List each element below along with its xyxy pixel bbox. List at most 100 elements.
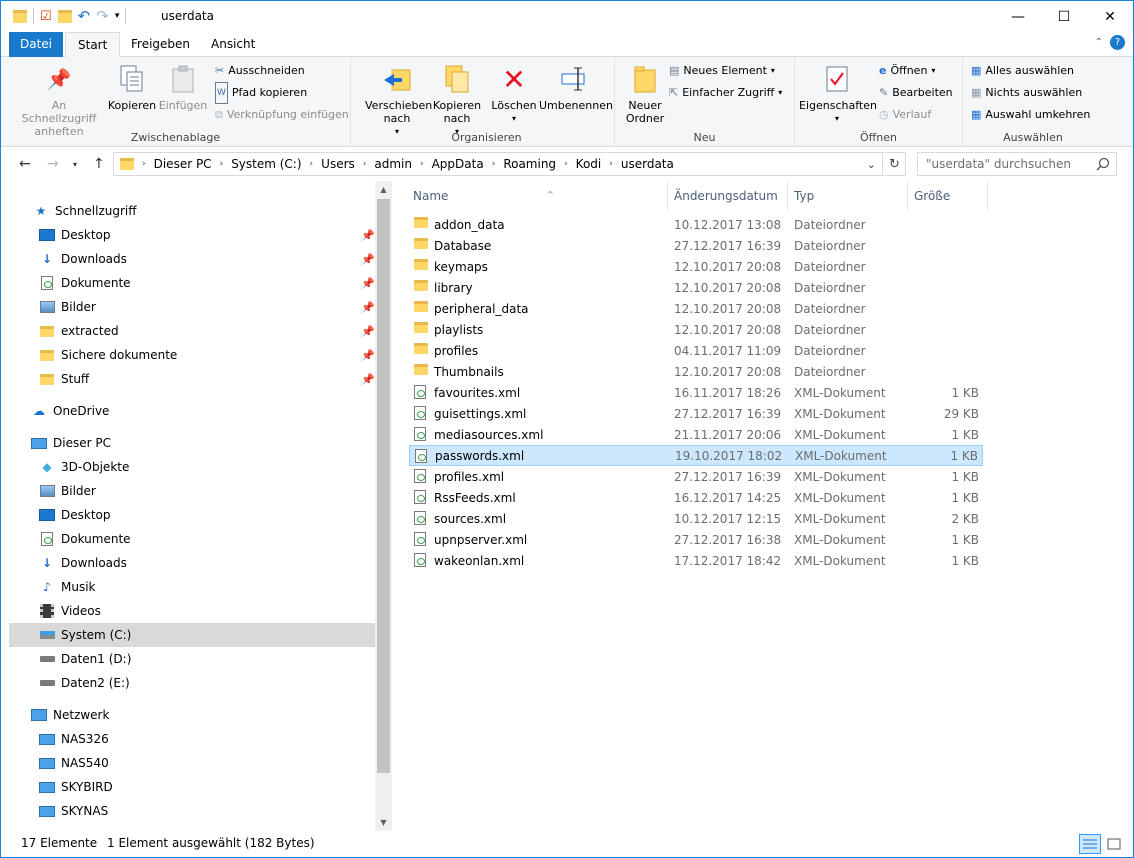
table-row[interactable]: sources.xml 10.12.2017 12:15 XML-Dokument 2… xyxy=(409,508,983,529)
nav-item-pc-documents[interactable]: Dokumente xyxy=(39,527,405,551)
search-input[interactable]: "userdata" durchsuchen xyxy=(917,152,1117,176)
nav-onedrive[interactable]: ☁ OneDrive xyxy=(31,399,397,423)
nav-this-pc[interactable]: Dieser PC xyxy=(31,431,397,455)
chevron-right-icon[interactable]: › xyxy=(492,159,496,169)
nav-scrollbar[interactable]: ▲ ▼ xyxy=(375,181,392,831)
copy-button[interactable]: Kopieren xyxy=(107,63,157,112)
undo-icon[interactable]: ↶ xyxy=(78,7,91,25)
nav-quick-access[interactable]: ★ Schnellzugriff xyxy=(33,199,399,223)
invert-selection-button[interactable]: ▦ Auswahl umkehren xyxy=(971,105,1090,125)
select-none-button[interactable]: ▦ Nichts auswählen xyxy=(971,83,1082,103)
edit-button[interactable]: ✎ Bearbeiten xyxy=(879,83,953,103)
nav-item-secure-documents[interactable]: Sichere dokumente 📌 xyxy=(39,343,375,367)
address-bar[interactable]: › Dieser PC › System (C:) › Users › admi… xyxy=(113,152,883,176)
ribbon-collapse-icon[interactable]: ⌃ xyxy=(1095,37,1103,48)
table-row[interactable]: mediasources.xml 21.11.2017 20:06 XML-Doku… xyxy=(409,424,983,445)
breadcrumb-kodi[interactable]: Kodi xyxy=(576,157,602,171)
rename-button[interactable]: Umbenennen xyxy=(539,63,613,112)
nav-item-pictures[interactable]: Bilder 📌 xyxy=(39,295,375,319)
nav-item-extracted[interactable]: extracted 📌 xyxy=(39,319,375,343)
pin-icon[interactable]: 📌 xyxy=(361,325,375,338)
table-row[interactable]: Database 27.12.2017 16:39 Dateiordner xyxy=(409,235,983,256)
column-header-name[interactable]: Name ^ xyxy=(407,181,668,211)
nav-item-downloads[interactable]: ↓ Downloads 📌 xyxy=(39,247,375,271)
close-button[interactable]: ✕ xyxy=(1087,1,1133,32)
scroll-up-icon[interactable]: ▲ xyxy=(375,181,392,198)
help-icon[interactable]: ? xyxy=(1110,35,1125,50)
nav-item-data1-d[interactable]: Daten1 (D:) xyxy=(39,647,405,671)
pin-icon[interactable]: 📌 xyxy=(361,229,375,242)
chevron-right-icon[interactable]: › xyxy=(220,159,224,169)
nav-item-stuff[interactable]: Stuff 📌 xyxy=(39,367,375,391)
breadcrumb-userdata[interactable]: userdata xyxy=(621,157,674,171)
nav-item-videos[interactable]: Videos xyxy=(39,599,405,623)
easy-access-button[interactable]: ⇱ Einfacher Zugriff ▾ xyxy=(669,83,782,103)
nav-network[interactable]: Netzwerk xyxy=(31,703,397,727)
table-row[interactable]: Thumbnails 12.10.2017 20:08 Dateiordner xyxy=(409,361,983,382)
chevron-right-icon[interactable]: › xyxy=(142,159,146,169)
breadcrumb-appdata[interactable]: AppData xyxy=(432,157,484,171)
maximize-button[interactable]: ☐ xyxy=(1041,1,1087,32)
copy-path-button[interactable]: W Pfad kopieren xyxy=(215,82,307,104)
address-history-dropdown[interactable]: ⌄ xyxy=(867,158,876,171)
table-row[interactable]: library 12.10.2017 20:08 Dateiordner xyxy=(409,277,983,298)
qat-customize-dropdown[interactable]: ▾ xyxy=(115,11,120,21)
nav-item-data2-e[interactable]: Daten2 (E:) xyxy=(39,671,405,695)
table-row-selected[interactable]: passwords.xml 19.10.2017 18:02 XML-Dokumen… xyxy=(409,445,983,466)
pin-icon[interactable]: 📌 xyxy=(361,253,375,266)
chevron-right-icon[interactable]: › xyxy=(564,159,568,169)
chevron-right-icon[interactable]: › xyxy=(363,159,367,169)
pin-icon[interactable]: 📌 xyxy=(361,373,375,386)
pin-icon[interactable]: 📌 xyxy=(361,349,375,362)
column-header-date[interactable]: Änderungsdatum xyxy=(668,181,788,211)
properties-button[interactable]: Eigenschaften ▾ xyxy=(799,63,877,125)
table-row[interactable]: RssFeeds.xml 16.12.2017 14:25 XML-Dokument… xyxy=(409,487,983,508)
table-row[interactable]: guisettings.xml 27.12.2017 16:39 XML-Dokum… xyxy=(409,403,983,424)
scroll-down-icon[interactable]: ▼ xyxy=(375,814,392,831)
move-to-button[interactable]: Verschieben nach ▾ xyxy=(365,63,432,138)
breadcrumb-admin[interactable]: admin xyxy=(374,157,412,171)
pin-icon[interactable]: 📌 xyxy=(361,277,375,290)
refresh-icon[interactable]: ↻ xyxy=(884,152,906,176)
cut-button[interactable]: ✂ Ausschneiden xyxy=(215,61,305,81)
nav-item-desktop[interactable]: Desktop 📌 xyxy=(39,223,375,247)
nav-item-system-c[interactable]: System (C:) xyxy=(9,623,375,647)
table-row[interactable]: keymaps 12.10.2017 20:08 Dateiordner xyxy=(409,256,983,277)
minimize-button[interactable]: — xyxy=(995,1,1041,32)
table-row[interactable]: wakeonlan.xml 17.12.2017 18:42 XML-Dokumen… xyxy=(409,550,983,571)
table-row[interactable]: addon_data 10.12.2017 13:08 Dateiordner xyxy=(409,214,983,235)
breadcrumb-this-pc[interactable]: Dieser PC xyxy=(154,157,212,171)
paste-shortcut-button[interactable]: ⧉ Verknüpfung einfügen xyxy=(215,105,349,125)
recent-locations-dropdown[interactable]: ▾ xyxy=(73,160,77,169)
open-button[interactable]: e Öffnen ▾ xyxy=(879,61,935,81)
nav-item-documents[interactable]: Dokumente 📌 xyxy=(39,271,375,295)
new-item-button[interactable]: ▤ Neues Element ▾ xyxy=(669,61,775,81)
new-folder-button[interactable]: Neuer Ordner xyxy=(621,63,669,125)
nav-item-pc-desktop[interactable]: Desktop xyxy=(39,503,405,527)
tab-file[interactable]: Datei xyxy=(9,32,63,57)
up-arrow-icon[interactable]: ↑ xyxy=(93,156,105,172)
pin-quick-access-button[interactable]: 📌 An Schnellzugriff anheften xyxy=(13,63,105,139)
redo-icon[interactable]: ↷ xyxy=(96,7,109,25)
paste-button[interactable]: Einfügen xyxy=(157,63,209,112)
table-row[interactable]: upnpserver.xml 27.12.2017 16:38 XML-Dokume… xyxy=(409,529,983,550)
column-header-type[interactable]: Typ xyxy=(788,181,908,211)
properties-qat-button[interactable]: ☑ xyxy=(40,9,52,24)
scrollbar-thumb[interactable] xyxy=(377,199,390,773)
forward-arrow-icon[interactable]: → xyxy=(47,156,59,172)
column-header-size[interactable]: Größe xyxy=(908,181,988,211)
nav-item-pc-downloads[interactable]: ↓ Downloads xyxy=(39,551,405,575)
details-view-icon[interactable] xyxy=(1079,834,1101,854)
select-all-button[interactable]: ▦ Alles auswählen xyxy=(971,61,1074,81)
history-button[interactable]: ◷ Verlauf xyxy=(879,105,931,125)
tab-start[interactable]: Start xyxy=(65,32,121,58)
chevron-right-icon[interactable]: › xyxy=(420,159,424,169)
nav-item-skynas[interactable]: SKYNAS xyxy=(39,799,405,823)
back-arrow-icon[interactable]: ← xyxy=(19,156,31,172)
breadcrumb-roaming[interactable]: Roaming xyxy=(503,157,556,171)
chevron-right-icon[interactable]: › xyxy=(609,159,613,169)
nav-item-3d-objects[interactable]: ◆ 3D-Objekte xyxy=(39,455,405,479)
table-row[interactable]: favourites.xml 16.11.2017 18:26 XML-Dokume… xyxy=(409,382,983,403)
nav-item-music[interactable]: ♪ Musik xyxy=(39,575,405,599)
tab-view[interactable]: Ansicht xyxy=(199,32,267,57)
